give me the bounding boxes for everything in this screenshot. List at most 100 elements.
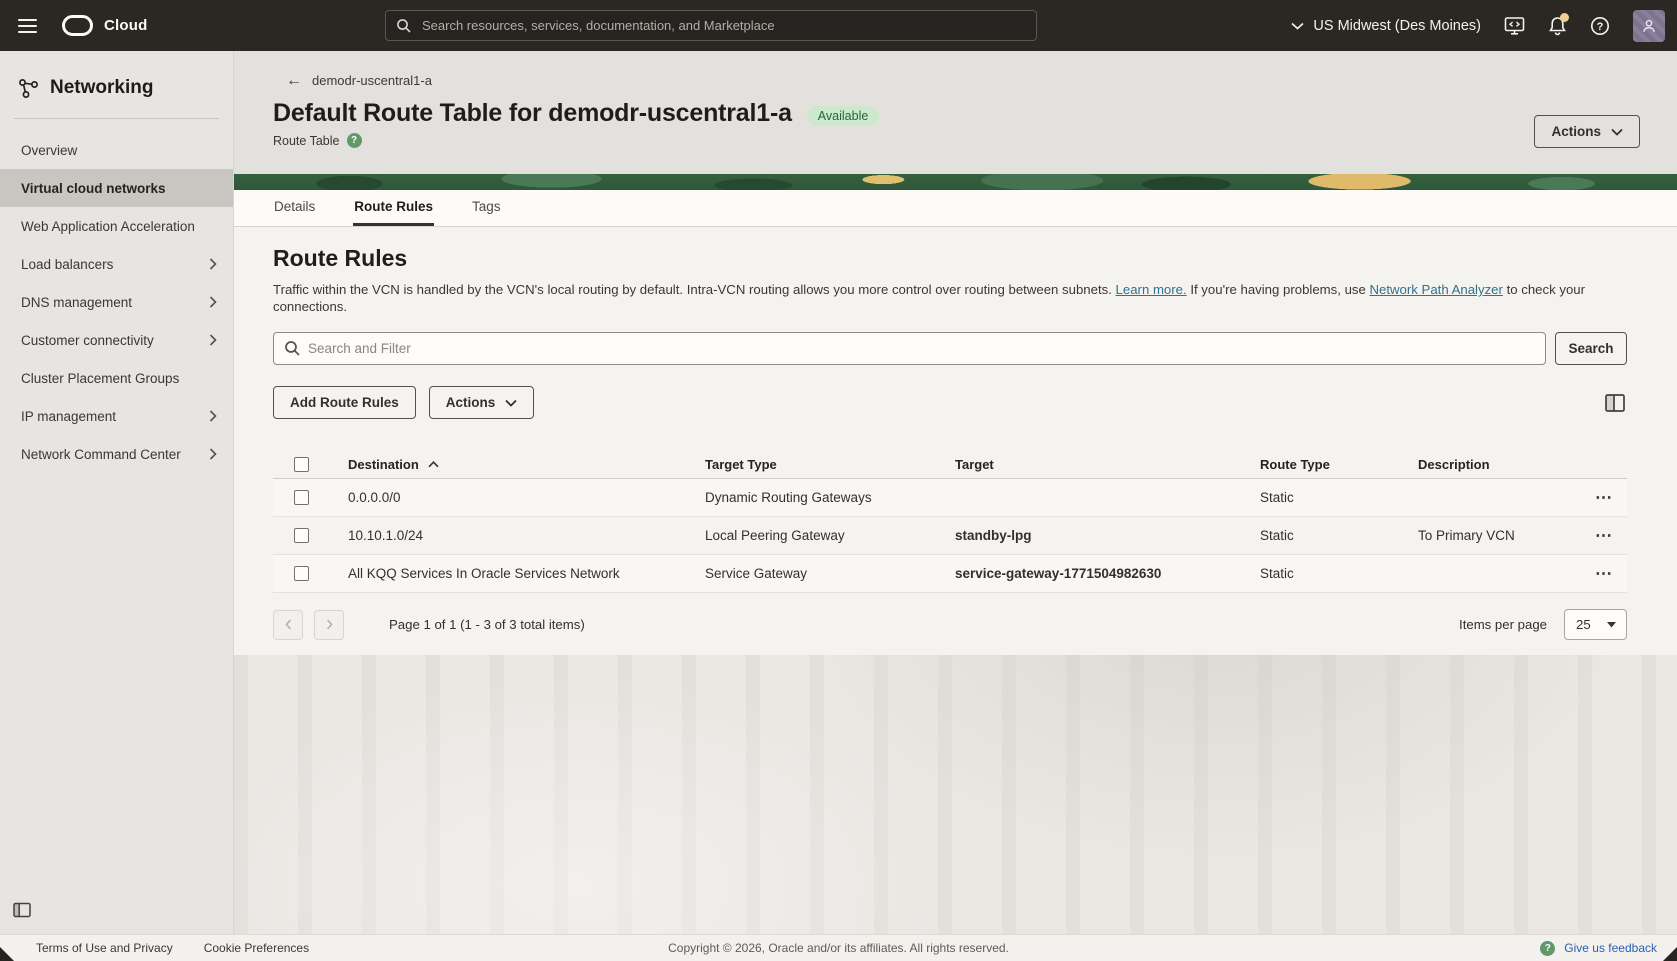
add-route-rules-button[interactable]: Add Route Rules (273, 386, 416, 419)
table-header-row: Destination Target Type Target Route Typ… (273, 451, 1627, 479)
notifications-button[interactable] (1548, 16, 1567, 36)
user-avatar[interactable] (1633, 10, 1665, 42)
sidebar-divider (14, 118, 219, 119)
learn-more-link[interactable]: Learn more. (1116, 282, 1187, 297)
tab-details[interactable]: Details (273, 190, 316, 226)
sidebar-item-ip-management[interactable]: IP management (0, 397, 233, 435)
decorative-background (234, 655, 1677, 934)
columns-icon (1603, 391, 1627, 415)
global-search[interactable] (385, 10, 1037, 41)
cell-description: To Primary VCN (1418, 528, 1579, 543)
column-header-description[interactable]: Description (1418, 457, 1579, 472)
section-heading: Route Rules (273, 227, 1627, 272)
previous-page-button[interactable] (273, 610, 303, 640)
sidebar-item-cluster-placement-groups[interactable]: Cluster Placement Groups (0, 359, 233, 397)
brand: Cloud (62, 15, 148, 36)
search-icon (284, 340, 301, 357)
filter-input[interactable] (273, 332, 1546, 365)
chevron-right-icon (209, 334, 217, 346)
cell-target-link[interactable]: service-gateway-1771504982630 (955, 566, 1260, 581)
global-search-input[interactable] (422, 18, 1026, 33)
top-header-bar: Cloud US Midwest (Des Moines) ? (0, 0, 1677, 51)
next-page-button[interactable] (314, 610, 344, 640)
sidebar-item-overview[interactable]: Overview (0, 131, 233, 169)
footer: Terms of Use and Privacy Cookie Preferen… (0, 934, 1677, 961)
search-button[interactable]: Search (1555, 332, 1627, 365)
table-row: 10.10.1.0/24 Local Peering Gateway stand… (273, 517, 1627, 555)
give-feedback-link[interactable]: Give us feedback (1564, 941, 1657, 955)
row-checkbox[interactable] (294, 490, 309, 505)
column-header-destination[interactable]: Destination (348, 457, 705, 472)
devtools-button[interactable] (1504, 16, 1525, 36)
sidebar-item-virtual-cloud-networks[interactable]: Virtual cloud networks (0, 169, 233, 207)
collapse-panel-icon (13, 902, 31, 918)
cookie-preferences-link[interactable]: Cookie Preferences (204, 941, 309, 955)
terms-link[interactable]: Terms of Use and Privacy (36, 941, 173, 955)
cell-target-link[interactable]: standby-lpg (955, 528, 1260, 543)
column-header-target[interactable]: Target (955, 457, 1260, 472)
sidebar-item-web-application-acceleration[interactable]: Web Application Acceleration (0, 207, 233, 245)
column-header-target-type[interactable]: Target Type (705, 457, 955, 472)
table-actions-button[interactable]: Actions (429, 386, 535, 419)
status-badge: Available (807, 106, 880, 126)
sidebar-item-network-command-center[interactable]: Network Command Center (0, 435, 233, 473)
help-icon: ? (1590, 16, 1610, 36)
chevron-down-icon (1606, 621, 1617, 628)
page-summary: Page 1 of 1 (1 - 3 of 3 total items) (389, 617, 585, 632)
cell-target-type: Service Gateway (705, 566, 955, 581)
page-header: ← demodr-uscentral1-a Default Route Tabl… (234, 51, 1677, 174)
network-path-analyzer-link[interactable]: Network Path Analyzer (1370, 282, 1503, 297)
row-actions-button[interactable]: ⋯ (1595, 488, 1627, 508)
sidebar-item-dns-management[interactable]: DNS management (0, 283, 233, 321)
chevron-right-icon (209, 448, 217, 460)
section-description: Traffic within the VCN is handled by the… (273, 281, 1627, 315)
cell-target-type: Local Peering Gateway (705, 528, 955, 543)
help-icon: ? (1540, 941, 1555, 956)
filter-search (273, 332, 1546, 365)
sidebar-nav: Overview Virtual cloud networks Web Appl… (0, 131, 233, 473)
row-actions-button[interactable]: ⋯ (1595, 564, 1627, 584)
row-checkbox[interactable] (294, 528, 309, 543)
hamburger-icon (18, 19, 37, 21)
items-per-page-select[interactable]: 25 (1564, 609, 1627, 640)
cell-target-type: Dynamic Routing Gateways (705, 490, 955, 505)
oracle-logo (62, 15, 93, 36)
cell-route-type: Static (1260, 528, 1418, 543)
pagination: Page 1 of 1 (1 - 3 of 3 total items) Ite… (273, 609, 1627, 640)
column-settings-button[interactable] (1603, 391, 1627, 415)
row-checkbox[interactable] (294, 566, 309, 581)
content-panel: Route Rules Traffic within the VCN is ha… (234, 227, 1677, 655)
chevron-right-icon (326, 619, 333, 630)
row-actions-button[interactable]: ⋯ (1595, 526, 1627, 546)
chevron-right-icon (209, 410, 217, 422)
svg-text:?: ? (1597, 21, 1604, 33)
select-all-checkbox[interactable] (294, 457, 309, 472)
networking-icon (18, 78, 39, 99)
column-header-route-type[interactable]: Route Type (1260, 457, 1418, 472)
tab-route-rules[interactable]: Route Rules (353, 190, 434, 226)
collapse-sidebar-button[interactable] (13, 902, 31, 921)
chevron-right-icon (209, 296, 217, 308)
page-actions-button[interactable]: Actions (1534, 115, 1640, 148)
help-button[interactable]: ? (1590, 16, 1610, 36)
help-icon[interactable]: ? (347, 133, 362, 148)
breadcrumb-link[interactable]: demodr-uscentral1-a (312, 73, 432, 88)
region-selector[interactable]: US Midwest (Des Moines) (1291, 18, 1481, 34)
sidebar-item-load-balancers[interactable]: Load balancers (0, 245, 233, 283)
chevron-down-icon (505, 399, 517, 407)
region-label: US Midwest (Des Moines) (1313, 18, 1481, 34)
notification-badge (1560, 13, 1569, 22)
devtools-icon (1504, 16, 1525, 36)
sidebar-title: Networking (50, 77, 153, 99)
back-arrow-icon[interactable]: ← (286, 74, 302, 88)
cell-destination: All KQQ Services In Oracle Services Netw… (348, 566, 705, 581)
cell-route-type: Static (1260, 490, 1418, 505)
cell-destination: 0.0.0.0/0 (348, 490, 705, 505)
route-rules-table: Destination Target Type Target Route Typ… (273, 451, 1627, 593)
user-icon (1641, 18, 1657, 34)
resource-type-label: Route Table (273, 134, 340, 148)
hamburger-menu-button[interactable] (4, 0, 50, 51)
sidebar-item-customer-connectivity[interactable]: Customer connectivity (0, 321, 233, 359)
cell-route-type: Static (1260, 566, 1418, 581)
tab-tags[interactable]: Tags (471, 190, 502, 226)
